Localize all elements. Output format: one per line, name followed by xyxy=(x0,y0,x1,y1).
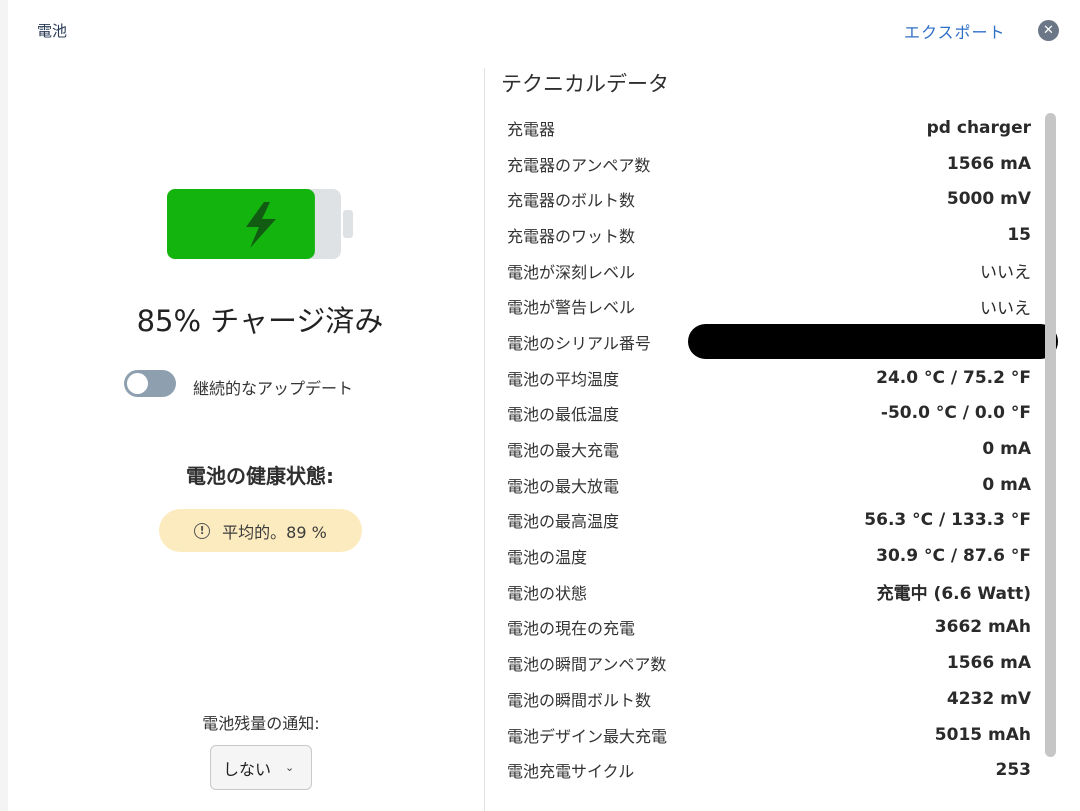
tech-value: 15 xyxy=(1007,224,1031,245)
tech-value: 1566 mA xyxy=(946,153,1031,174)
tech-value: 0 mA xyxy=(982,439,1031,460)
export-button[interactable]: エクスポート xyxy=(904,19,1006,43)
tech-value: 5015 mAh xyxy=(934,724,1031,745)
tech-value: 充電中 (6.6 Watt) xyxy=(876,584,1031,605)
tech-key: 電池の現在の充電 xyxy=(507,619,636,639)
tech-key: 電池の状態 xyxy=(507,583,588,603)
tech-key: 電池の平均温度 xyxy=(507,369,620,389)
notification-selected-value: しない xyxy=(223,759,272,779)
tech-key: 電池の最大充電 xyxy=(507,441,620,461)
tech-key: 電池の瞬間アンペア数 xyxy=(507,655,667,675)
tech-row-charger-wattage: 充電器のワット数 15 xyxy=(507,217,1031,253)
tech-value: 30.9 °C / 87.6 °F xyxy=(876,546,1031,567)
tech-row-avg-temp: 電池の平均温度 24.0 °C / 75.2 °F xyxy=(507,360,1031,396)
battery-terminal xyxy=(343,210,353,238)
technical-data-list: 充電器 pd charger 充電器のアンペア数 1566 mA 充電器のボルト数 5… xyxy=(507,110,1058,788)
health-badge: ! 平均的。89 % xyxy=(159,509,362,552)
tech-row-charger: 充電器 pd charger xyxy=(507,110,1031,146)
battery-icon xyxy=(167,189,353,259)
tech-row-warning-level: 電池が警告レベル いいえ xyxy=(507,288,1031,324)
tech-row-state: 電池の状態 充電中 (6.6 Watt) xyxy=(507,574,1031,610)
tech-row-min-temp: 電池の最低温度 -50.0 °C / 0.0 °F xyxy=(507,396,1031,432)
tech-value: 5000 mV xyxy=(946,189,1031,210)
tech-row-charger-amperage: 充電器のアンペア数 1566 mA xyxy=(507,146,1031,182)
tech-value: 24.0 °C / 75.2 °F xyxy=(876,367,1031,388)
exclamation-circle-icon: ! xyxy=(194,522,211,539)
tech-value: 56.3 °C / 133.3 °F xyxy=(864,510,1031,531)
redacted-serial xyxy=(688,324,1058,360)
tech-key: 電池充電サイクル xyxy=(507,762,635,782)
tech-row-max-charge: 電池の最大充電 0 mA xyxy=(507,431,1031,467)
tech-key: 電池の最低温度 xyxy=(507,405,620,425)
scrollbar[interactable] xyxy=(1045,113,1056,757)
tech-row-max-temp: 電池の最高温度 56.3 °C / 133.3 °F xyxy=(507,503,1031,539)
tech-key: 電池の最高温度 xyxy=(507,512,620,532)
tech-row-instant-amperage: 電池の瞬間アンペア数 1566 mA xyxy=(507,645,1031,681)
tech-key: 電池が深刻レベル xyxy=(507,262,636,282)
tech-key: 充電器 xyxy=(507,119,556,139)
tech-row-current-charge: 電池の現在の充電 3662 mAh xyxy=(507,610,1031,646)
tech-key: 電池の温度 xyxy=(507,548,588,568)
health-badge-text: 平均的。89 % xyxy=(222,522,327,542)
tech-row-temp: 電池の温度 30.9 °C / 87.6 °F xyxy=(507,538,1031,574)
notification-select[interactable]: しない ⌄ xyxy=(210,745,312,790)
close-icon[interactable]: ✕ xyxy=(1038,20,1059,41)
chevron-down-icon: ⌄ xyxy=(285,761,295,774)
health-title: 電池の健康状態: xyxy=(186,464,334,488)
tech-value: 253 xyxy=(995,760,1032,781)
tech-key: 電池の最大放電 xyxy=(507,476,620,496)
tech-row-charger-voltage: 充電器のボルト数 5000 mV xyxy=(507,181,1031,217)
tech-value: いいえ xyxy=(980,263,1031,284)
tech-value: 0 mA xyxy=(982,474,1031,495)
tech-row-max-discharge: 電池の最大放電 0 mA xyxy=(507,467,1031,503)
tech-key: 電池のシリアル番号 xyxy=(507,333,651,353)
tech-key: 電池が警告レベル xyxy=(507,298,636,318)
toggle-knob xyxy=(127,373,148,394)
continuous-update-label: 継続的なアップデート xyxy=(193,379,354,398)
tech-value: 3662 mAh xyxy=(934,617,1031,638)
tech-value: pd charger xyxy=(926,117,1031,138)
battery-fill xyxy=(167,189,315,259)
tech-key: 充電器のアンペア数 xyxy=(507,155,651,175)
tech-value: 1566 mA xyxy=(946,653,1031,674)
tech-value: 4232 mV xyxy=(946,688,1031,709)
tech-row-critical-level: 電池が深刻レベル いいえ xyxy=(507,253,1031,289)
charge-status: 85% チャージ済み xyxy=(136,304,384,338)
continuous-update-toggle[interactable] xyxy=(124,370,176,397)
tech-key: 充電器のボルト数 xyxy=(507,191,636,211)
page-title: 電池 xyxy=(37,22,68,40)
tech-row-design-capacity: 電池デザイン最大充電 5015 mAh xyxy=(507,717,1031,753)
tech-key: 電池デザイン最大充電 xyxy=(507,726,668,746)
column-divider xyxy=(484,68,485,811)
tech-value: いいえ xyxy=(980,298,1031,319)
tech-key: 電池の瞬間ボルト数 xyxy=(507,690,652,710)
tech-key: 充電器のワット数 xyxy=(507,226,636,246)
notification-label: 電池残量の通知: xyxy=(202,714,320,733)
technical-data-title: テクニカルデータ xyxy=(501,72,669,96)
tech-row-instant-voltage: 電池の瞬間ボルト数 4232 mV xyxy=(507,681,1031,717)
tech-row-cycle-count: 電池充電サイクル 253 xyxy=(507,752,1031,788)
tech-value: -50.0 °C / 0.0 °F xyxy=(880,403,1031,424)
tech-row-serial-number: 電池のシリアル番号 xyxy=(507,324,1058,360)
